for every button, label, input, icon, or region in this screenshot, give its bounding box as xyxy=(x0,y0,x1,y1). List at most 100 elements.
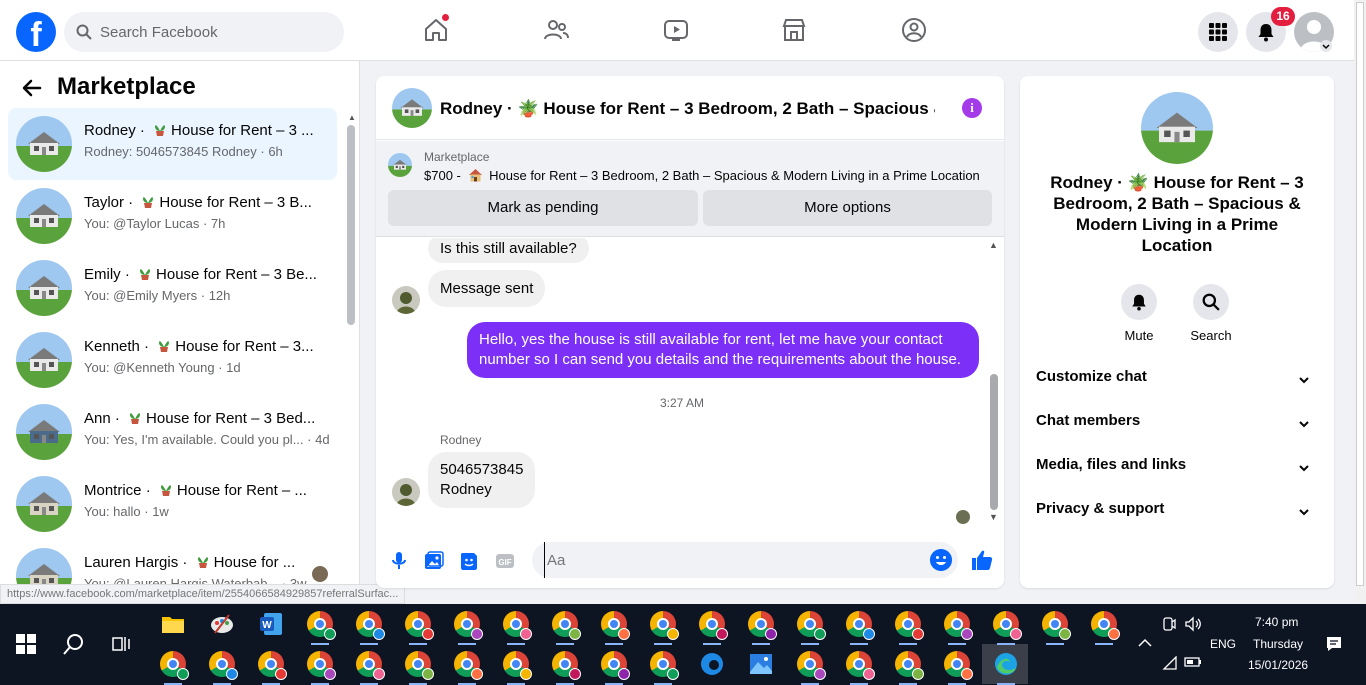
mark-as-pending-button[interactable]: Mark as pending xyxy=(388,190,698,226)
sidebar-scrollbar[interactable] xyxy=(347,125,355,325)
chrome-icon[interactable] xyxy=(160,651,189,680)
chrome-icon[interactable] xyxy=(846,611,875,640)
chrome-icon[interactable] xyxy=(944,611,973,640)
conversation-item[interactable]: Ann · House for Rent – 3 Bed... You: Yes,… xyxy=(8,396,337,468)
mute-button[interactable]: Mute xyxy=(1109,284,1169,343)
chrome-icon[interactable] xyxy=(552,611,581,640)
message-scrollbar[interactable] xyxy=(990,374,998,510)
menu-grid-button[interactable] xyxy=(1198,12,1238,52)
sticker-icon[interactable] xyxy=(458,550,480,572)
volume-icon[interactable] xyxy=(1184,616,1202,632)
page-scrollbar-thumb[interactable] xyxy=(1356,2,1364,586)
info-icon[interactable]: i xyxy=(962,98,982,118)
scroll-up-arrow-icon[interactable]: ▲ xyxy=(989,240,998,250)
chrome-icon[interactable] xyxy=(454,611,483,640)
chrome-icon[interactable] xyxy=(503,651,532,680)
clock-day[interactable]: Thursday xyxy=(1253,637,1303,651)
listing-title[interactable]: $700 - House for Rent – 3 Bedroom, 2 Bat… xyxy=(424,168,980,183)
chat-listing-thumbnail[interactable] xyxy=(392,88,432,128)
search-conversation-button[interactable]: Search xyxy=(1181,284,1241,343)
chrome-icon[interactable] xyxy=(1091,611,1120,640)
language-indicator[interactable]: ENG xyxy=(1210,637,1236,651)
photo-icon[interactable] xyxy=(423,550,445,572)
clock-time[interactable]: 7:40 pm xyxy=(1255,615,1325,629)
chrome-icon[interactable] xyxy=(797,651,826,680)
account-chevron-icon[interactable] xyxy=(1320,40,1332,52)
details-section-row[interactable]: Customize chat xyxy=(1036,368,1318,392)
file-explorer-icon[interactable] xyxy=(160,611,186,637)
marketplace-icon[interactable] xyxy=(780,16,808,44)
conversation-item[interactable]: Emily · House for Rent – 3 Be... You: @Em… xyxy=(8,252,337,324)
chrome-icon[interactable] xyxy=(209,651,238,680)
paint-icon[interactable] xyxy=(209,611,235,637)
facebook-logo-icon[interactable]: f xyxy=(16,12,56,52)
like-icon[interactable] xyxy=(970,548,994,572)
photos-icon[interactable] xyxy=(748,651,774,677)
conversation-item[interactable]: Kenneth · House for Rent – 3... You: @Ken… xyxy=(8,324,337,396)
chrome-icon[interactable] xyxy=(650,611,679,640)
chrome-icon[interactable] xyxy=(552,651,581,680)
chrome-icon[interactable] xyxy=(846,651,875,680)
battery-icon[interactable] xyxy=(1184,656,1202,668)
more-options-button[interactable]: More options xyxy=(703,190,992,226)
details-section-row[interactable]: Privacy & support xyxy=(1036,500,1318,524)
edge-legacy-icon[interactable] xyxy=(699,651,725,677)
home-icon[interactable] xyxy=(422,14,450,44)
sender-avatar[interactable] xyxy=(392,286,420,314)
conversation-listing: House for Rent – 3 ... xyxy=(171,122,314,139)
conversation-item[interactable]: Rodney · House for Rent – 3 ... Rodney: 5… xyxy=(8,108,337,180)
emoji-icon[interactable] xyxy=(930,549,952,571)
chrome-icon[interactable] xyxy=(307,611,336,640)
chrome-icon[interactable] xyxy=(895,611,924,640)
chrome-icon[interactable] xyxy=(650,651,679,680)
chrome-icon[interactable] xyxy=(895,651,924,680)
chrome-icon[interactable] xyxy=(601,651,630,680)
search-box[interactable] xyxy=(64,12,344,52)
message-input-container[interactable] xyxy=(532,542,958,578)
chrome-icon[interactable] xyxy=(503,611,532,640)
edge-icon[interactable] xyxy=(993,651,1019,677)
message-input[interactable] xyxy=(544,542,924,578)
back-arrow-icon[interactable] xyxy=(20,76,44,100)
chrome-icon[interactable] xyxy=(993,611,1022,640)
tray-chevron-up-icon[interactable] xyxy=(1138,638,1152,648)
video-icon[interactable] xyxy=(662,16,690,44)
chrome-icon[interactable] xyxy=(356,651,385,680)
details-section-row[interactable]: Chat members xyxy=(1036,412,1318,436)
clock-date[interactable]: 15/01/2026 xyxy=(1248,658,1308,672)
conversation-item[interactable]: Taylor · House for Rent – 3 B... You: @Ta… xyxy=(8,180,337,252)
microphone-icon[interactable] xyxy=(388,550,410,572)
chrome-icon[interactable] xyxy=(405,651,434,680)
meet-now-icon[interactable] xyxy=(1162,616,1176,632)
details-section-row[interactable]: Media, files and links xyxy=(1036,456,1318,480)
chrome-icon[interactable] xyxy=(797,611,826,640)
chrome-icon[interactable] xyxy=(454,651,483,680)
search-input[interactable] xyxy=(100,12,330,52)
task-view-icon[interactable] xyxy=(111,634,131,654)
sender-avatar[interactable] xyxy=(392,478,420,506)
page-scrollbar[interactable] xyxy=(1354,0,1366,604)
scroll-up-arrow-icon[interactable]: ▲ xyxy=(348,113,356,122)
scroll-down-arrow-icon[interactable]: ▼ xyxy=(989,512,998,522)
chrome-icon[interactable] xyxy=(1042,611,1071,640)
chrome-icon[interactable] xyxy=(405,611,434,640)
chrome-icon[interactable] xyxy=(748,611,777,640)
details-listing-thumbnail[interactable] xyxy=(1141,92,1213,164)
chrome-icon[interactable] xyxy=(944,651,973,680)
action-center-icon[interactable] xyxy=(1325,635,1343,653)
chrome-icon[interactable] xyxy=(258,651,287,680)
chrome-icon[interactable] xyxy=(699,611,728,640)
chrome-icon[interactable] xyxy=(356,611,385,640)
chrome-icon[interactable] xyxy=(601,611,630,640)
conversation-item[interactable]: Montrice · House for Rent – ... You: hall… xyxy=(8,468,337,540)
taskbar-search-icon[interactable] xyxy=(62,632,86,656)
word-icon[interactable]: W xyxy=(258,611,284,637)
wifi-icon[interactable] xyxy=(1162,656,1178,670)
chat-title[interactable]: Rodney · 🪴 House for Rent – 3 Bedroom, 2… xyxy=(440,99,935,119)
groups-icon[interactable] xyxy=(900,16,928,44)
chrome-icon[interactable] xyxy=(307,651,336,680)
profile-badge-icon xyxy=(471,668,483,680)
friends-icon[interactable] xyxy=(542,16,570,44)
windows-start-icon[interactable] xyxy=(16,634,36,654)
gif-icon[interactable]: GIF xyxy=(494,550,516,572)
